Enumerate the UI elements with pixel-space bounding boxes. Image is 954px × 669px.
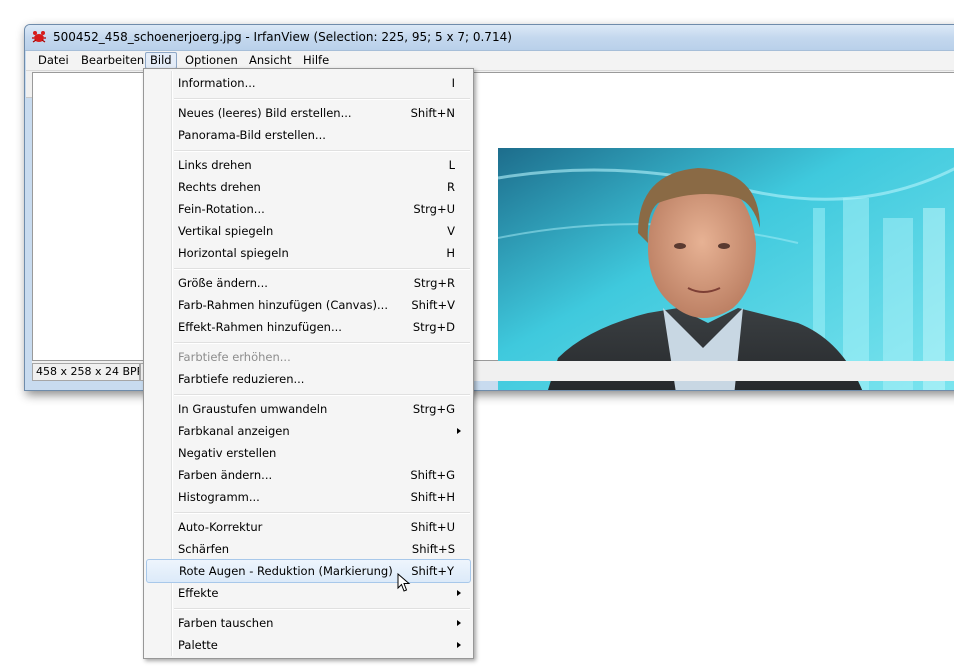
- menu-item-horizontal-spiegeln[interactable]: Horizontal spiegeln H: [146, 242, 471, 264]
- menu-item-neues-bild[interactable]: Neues (leeres) Bild erstellen... Shift+N: [146, 102, 471, 124]
- window-title: 500452_458_schoenerjoerg.jpg - IrfanView…: [53, 30, 512, 44]
- submenu-arrow-icon: [457, 642, 461, 648]
- menu-item-histogramm[interactable]: Histogramm... Shift+H: [146, 486, 471, 508]
- menu-item-shortcut: Shift+G: [410, 468, 455, 482]
- menu-datei[interactable]: Datei: [34, 53, 73, 68]
- menu-item-label: Palette: [178, 638, 218, 652]
- menu-item-label: In Graustufen umwandeln: [178, 402, 328, 416]
- menu-item-label: Größe ändern...: [178, 276, 268, 290]
- menu-item-shortcut: I: [451, 76, 455, 90]
- menu-item-label: Schärfen: [178, 542, 230, 556]
- submenu-arrow-icon: [457, 620, 461, 626]
- menu-item-shortcut: H: [446, 246, 455, 260]
- menu-item-rechts-drehen[interactable]: Rechts drehen R: [146, 176, 471, 198]
- menu-item-shortcut: Strg+U: [413, 202, 455, 216]
- menu-optionen[interactable]: Optionen: [181, 53, 242, 68]
- menu-item-shortcut: Strg+G: [412, 402, 455, 416]
- menu-item-label: Effekt-Rahmen hinzufügen...: [178, 320, 342, 334]
- menu-item-rote-augen[interactable]: Rote Augen - Reduktion (Markierung) Shif…: [146, 559, 471, 583]
- menu-item-label: Farb-Rahmen hinzufügen (Canvas)...: [178, 298, 388, 312]
- submenu-arrow-icon: [457, 590, 461, 596]
- menu-item-negativ[interactable]: Negativ erstellen: [146, 442, 471, 464]
- menu-separator: [174, 98, 470, 100]
- menu-item-shortcut: Shift+Y: [411, 564, 454, 578]
- menu-item-shortcut: Shift+V: [411, 298, 455, 312]
- menu-item-farb-rahmen[interactable]: Farb-Rahmen hinzufügen (Canvas)... Shift…: [146, 294, 471, 316]
- status-image-info: 458 x 258 x 24 BPP: [32, 363, 140, 381]
- menu-item-vertikal-spiegeln[interactable]: Vertikal spiegeln V: [146, 220, 471, 242]
- menu-separator: [174, 512, 470, 514]
- menu-item-label: Negativ erstellen: [178, 446, 277, 460]
- menu-item-effekt-rahmen[interactable]: Effekt-Rahmen hinzufügen... Strg+D: [146, 316, 471, 338]
- menu-item-shortcut: Shift+N: [410, 106, 455, 120]
- menu-bearbeiten[interactable]: Bearbeiten: [77, 53, 148, 68]
- title-bar[interactable]: 500452_458_schoenerjoerg.jpg - IrfanView…: [25, 25, 954, 51]
- menu-bild[interactable]: Bild: [145, 52, 177, 69]
- menu-item-label: Farbkanal anzeigen: [178, 424, 290, 438]
- menu-ansicht[interactable]: Ansicht: [245, 53, 295, 68]
- menu-item-label: Effekte: [178, 586, 219, 600]
- menu-item-shortcut: Shift+S: [411, 542, 455, 556]
- menu-item-label: Auto-Korrektur: [178, 520, 263, 534]
- menu-item-groesse-aendern[interactable]: Größe ändern... Strg+R: [146, 272, 471, 294]
- menu-item-farben-tauschen[interactable]: Farben tauschen: [146, 612, 471, 634]
- menu-separator: [174, 268, 470, 270]
- menu-item-shortcut: L: [448, 158, 455, 172]
- menu-item-label: Farben ändern...: [178, 468, 273, 482]
- menu-item-label: Panorama-Bild erstellen...: [178, 128, 326, 142]
- menu-item-shortcut: Shift+U: [410, 520, 455, 534]
- displayed-photo: [498, 148, 954, 390]
- menu-item-label: Rote Augen - Reduktion (Markierung): [179, 564, 393, 578]
- mouse-pointer-icon: [397, 573, 411, 592]
- submenu-arrow-icon: [457, 428, 461, 434]
- menu-item-label: Farbtiefe reduzieren...: [178, 372, 305, 386]
- menu-item-graustufen[interactable]: In Graustufen umwandeln Strg+G: [146, 398, 471, 420]
- menu-separator: [174, 394, 470, 396]
- menu-item-farbtiefe-erhoehen: Farbtiefe erhöhen...: [146, 346, 471, 368]
- menu-item-auto-korrektur[interactable]: Auto-Korrektur Shift+U: [146, 516, 471, 538]
- bild-menu-dropdown: Information... I Neues (leeres) Bild ers…: [143, 68, 474, 659]
- menu-item-label: Links drehen: [178, 158, 252, 172]
- menu-item-label: Fein-Rotation...: [178, 202, 265, 216]
- menu-separator: [174, 608, 470, 610]
- menu-separator: [174, 150, 470, 152]
- menu-item-label: Information...: [178, 76, 256, 90]
- menu-item-farbkanal-anzeigen[interactable]: Farbkanal anzeigen: [146, 420, 471, 442]
- menu-item-label: Neues (leeres) Bild erstellen...: [178, 106, 352, 120]
- menu-item-label: Farben tauschen: [178, 616, 274, 630]
- menu-item-label: Farbtiefe erhöhen...: [178, 350, 291, 364]
- menu-item-farben-aendern[interactable]: Farben ändern... Shift+G: [146, 464, 471, 486]
- menu-item-shortcut: Strg+R: [413, 276, 455, 290]
- menu-item-label: Vertikal spiegeln: [178, 224, 274, 238]
- menu-item-fein-rotation[interactable]: Fein-Rotation... Strg+U: [146, 198, 471, 220]
- menu-item-effekte[interactable]: Effekte: [146, 582, 471, 604]
- menu-item-links-drehen[interactable]: Links drehen L: [146, 154, 471, 176]
- menu-item-shortcut: Strg+D: [412, 320, 455, 334]
- menu-hilfe[interactable]: Hilfe: [299, 53, 333, 68]
- menu-item-label: Histogramm...: [178, 490, 260, 504]
- menu-item-shortcut: V: [447, 224, 455, 238]
- menu-item-farbtiefe-reduzieren[interactable]: Farbtiefe reduzieren...: [146, 368, 471, 390]
- menu-item-label: Horizontal spiegeln: [178, 246, 289, 260]
- menu-item-shortcut: Shift+H: [410, 490, 455, 504]
- menu-item-schaerfen[interactable]: Schärfen Shift+S: [146, 538, 471, 560]
- menu-item-shortcut: R: [447, 180, 455, 194]
- menu-item-information[interactable]: Information... I: [146, 72, 471, 94]
- menu-item-palette[interactable]: Palette: [146, 634, 471, 656]
- irfanview-app-icon: [32, 31, 46, 43]
- menu-item-label: Rechts drehen: [178, 180, 261, 194]
- menu-item-panorama[interactable]: Panorama-Bild erstellen...: [146, 124, 471, 146]
- menu-separator: [174, 342, 470, 344]
